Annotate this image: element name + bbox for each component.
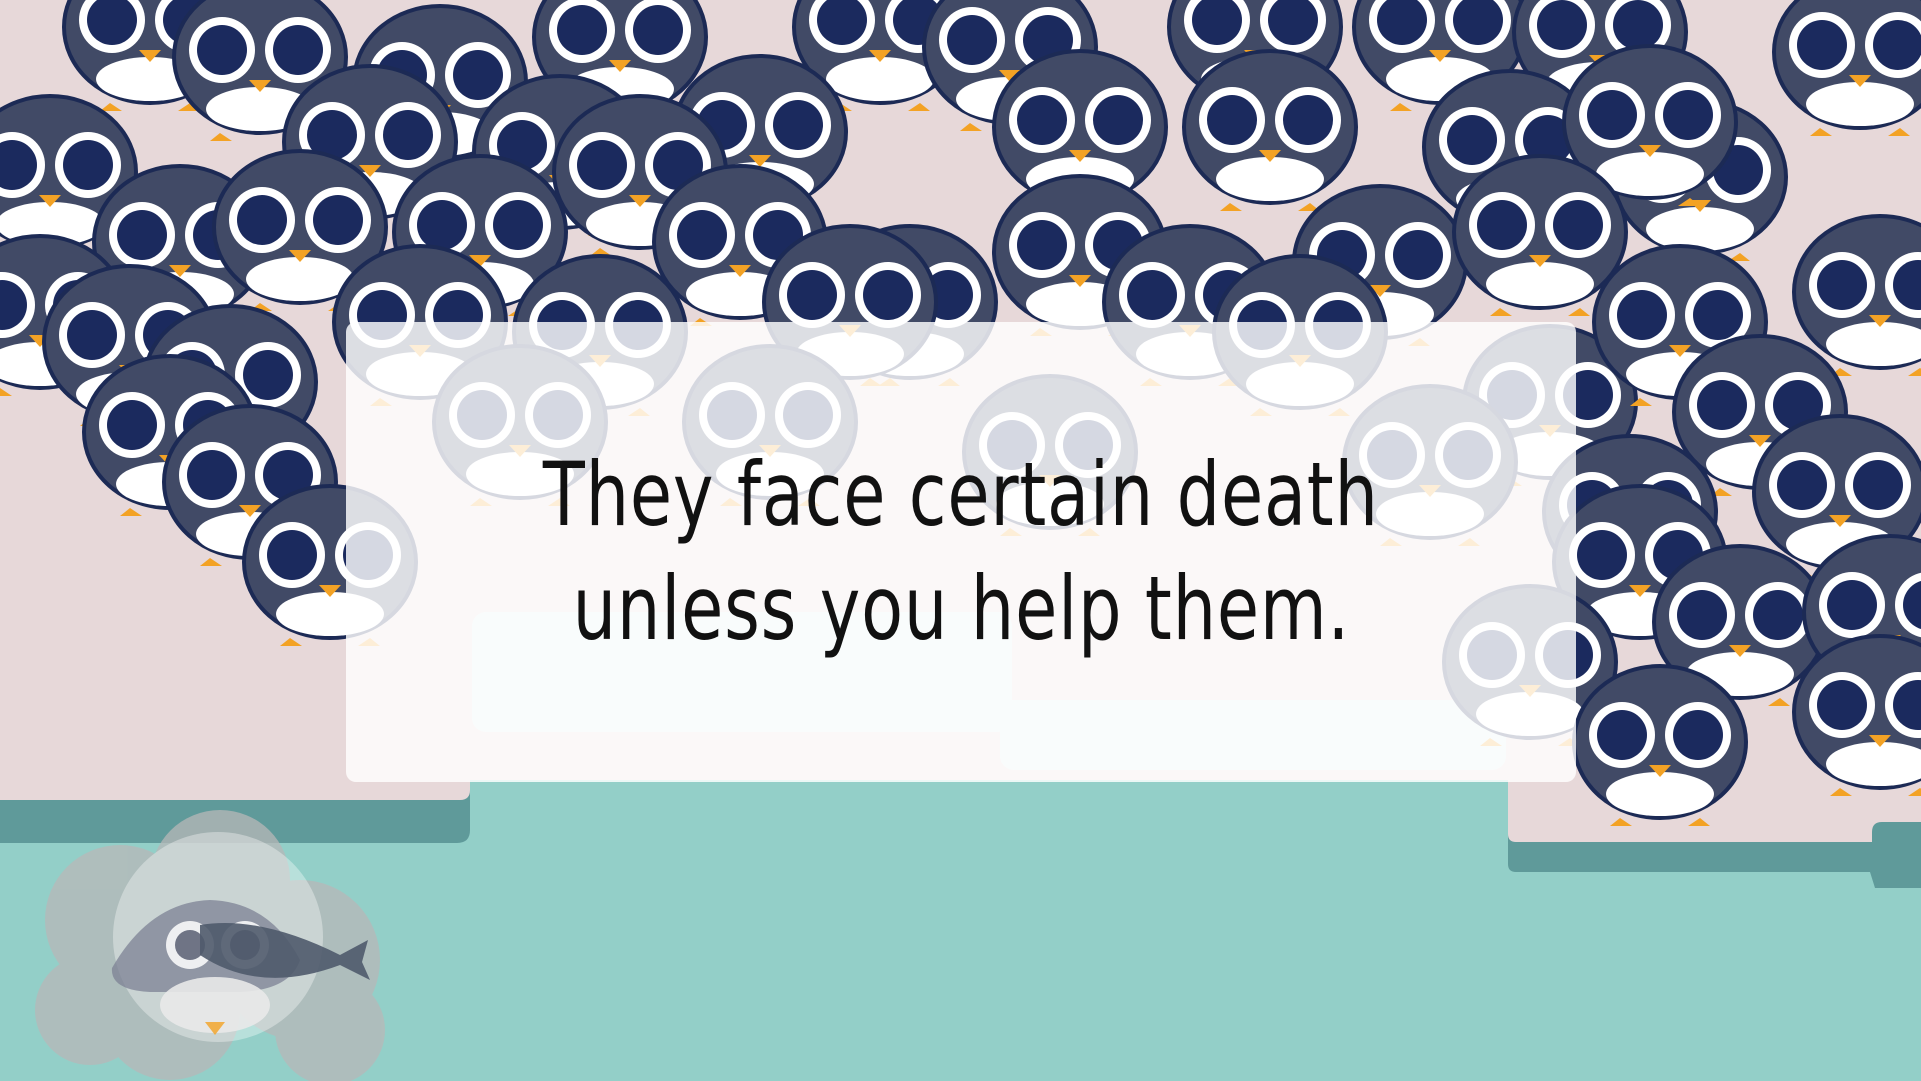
dialog-caption-box: They face certain death unless you help … <box>346 322 1576 782</box>
game-scene: They face certain death unless you help … <box>0 0 1921 1081</box>
caption-line-1: They face certain death <box>543 442 1379 546</box>
caption-line-2: unless you help them. <box>572 557 1350 660</box>
